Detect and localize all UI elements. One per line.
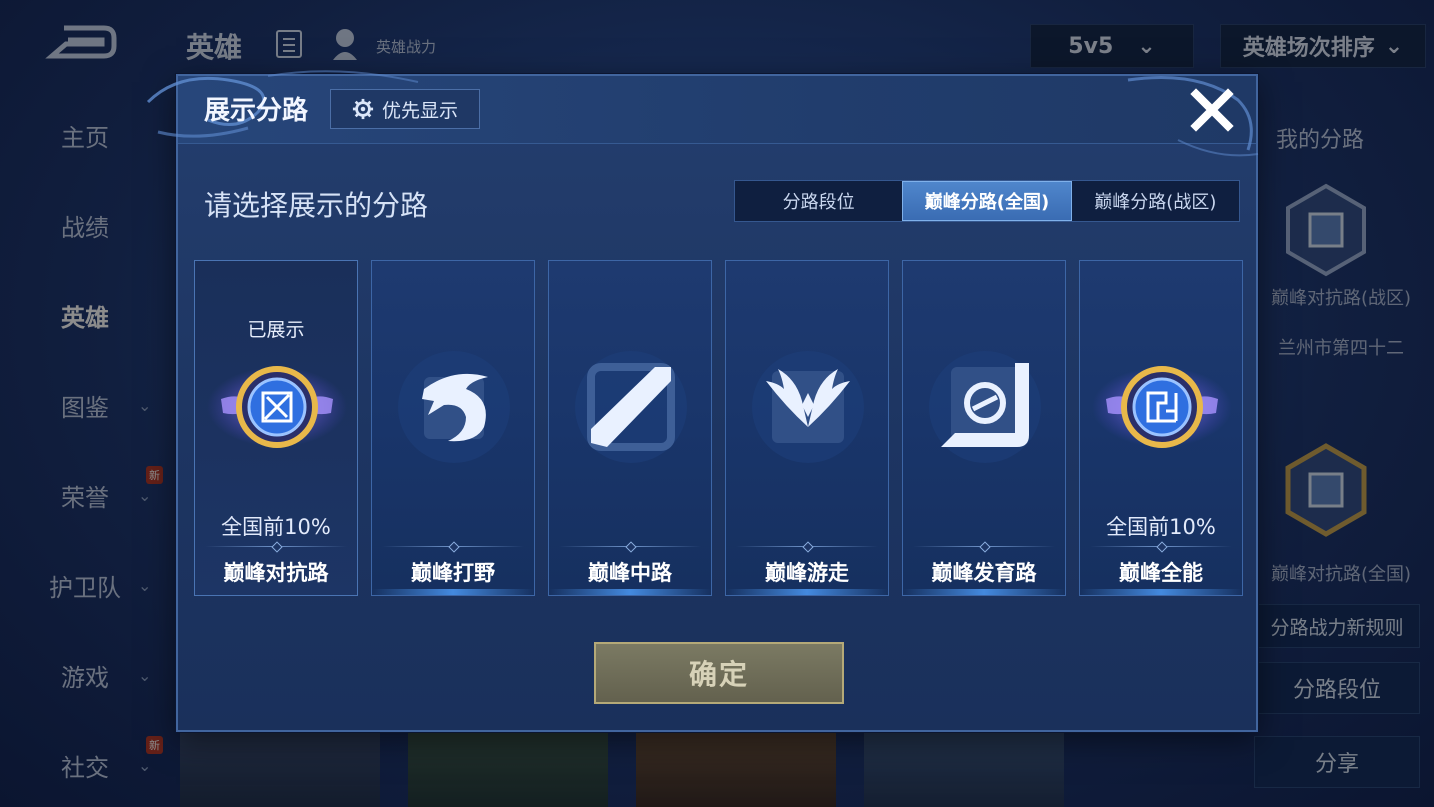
jungle-dragon-icon — [398, 351, 510, 463]
hero-card[interactable] — [636, 730, 836, 807]
sidebar-item-honor[interactable]: 荣誉 新 ⌄ — [0, 466, 170, 520]
lane-name: 巅峰对抗路 — [223, 561, 329, 585]
card-glow — [549, 589, 711, 595]
hero-card[interactable] — [864, 730, 1064, 807]
chevron-down-icon: ⌄ — [138, 575, 152, 595]
lane-type-tabs: 分路段位 巅峰分路(全国) 巅峰分路(战区) — [734, 180, 1240, 222]
select-lane-prompt: 请选择展示的分路 — [204, 189, 429, 222]
sidebar-item-social[interactable]: 社交 新 ⌄ — [0, 736, 170, 790]
priority-display-button[interactable]: 优先显示 — [330, 89, 480, 129]
lane-card-jungle[interactable]: 巅峰打野 — [371, 260, 535, 596]
sidebar-item-label: 社交 — [61, 753, 109, 782]
hero-power-icon — [333, 29, 357, 60]
lane-region: 兰州市第四十二 — [1278, 338, 1404, 359]
mode-select[interactable]: 5v5 ⌄ — [1030, 24, 1194, 68]
divider — [559, 546, 701, 547]
back-arrow-icon[interactable] — [44, 24, 118, 60]
dialog-title: 展示分路 — [204, 96, 309, 126]
new-badge: 新 — [146, 736, 163, 754]
sidebar-item-label: 战绩 — [61, 213, 109, 242]
chevron-down-icon: ⌄ — [138, 755, 152, 775]
divider — [382, 546, 524, 547]
sidebar-item-label: 游戏 — [61, 663, 109, 692]
farm-lane-icon — [929, 351, 1041, 463]
sidebar: 主页 战绩 英雄 图鉴 ⌄ 荣誉新 ⌄ 护卫队 ⌄ 游戏 ⌄ 社交新 ⌄ — [0, 90, 170, 807]
mode-select-value: 5v5 — [1068, 33, 1114, 59]
new-badge: 新 — [146, 466, 163, 484]
lane-card-mid[interactable]: 巅峰中路 — [548, 260, 712, 596]
sidebar-item-games[interactable]: 游戏 ⌄ — [0, 650, 170, 700]
chevron-down-icon: ⌄ — [1137, 33, 1156, 59]
rank-percent: 全国前10% — [1106, 515, 1216, 539]
lane-label: 巅峰对抗路(战区) — [1270, 288, 1412, 309]
divider — [205, 546, 347, 547]
gear-icon — [352, 98, 374, 120]
list-icon[interactable] — [276, 30, 302, 58]
divider — [736, 546, 878, 547]
sidebar-item-guard[interactable]: 护卫队 ⌄ — [0, 560, 170, 610]
tab-peak-lane-national[interactable]: 巅峰分路(全国) — [902, 181, 1072, 221]
rank-button[interactable]: 分路段位 — [1254, 662, 1420, 714]
tab-peak-lane-region[interactable]: 巅峰分路(战区) — [1072, 181, 1239, 221]
chevron-down-icon: ⌄ — [138, 665, 152, 685]
chevron-down-icon: ⌄ — [138, 395, 152, 415]
sort-select-value: 英雄场次排序 — [1242, 36, 1375, 61]
roam-wings-icon — [752, 351, 864, 463]
chevron-down-icon: ⌄ — [1384, 33, 1404, 59]
clash-lane-emblem-icon — [1286, 183, 1366, 277]
share-button[interactable]: 分享 — [1254, 736, 1420, 788]
sidebar-item-label: 主页 — [61, 123, 109, 152]
page-title: 英雄 — [186, 31, 243, 64]
rank-percent: 全国前10% — [221, 515, 331, 539]
rules-button[interactable]: 分路战力新规则 — [1254, 604, 1420, 648]
sidebar-item-label: 图鉴 — [61, 393, 109, 422]
confirm-button[interactable]: 确定 — [594, 642, 844, 704]
hero-card[interactable] — [408, 730, 608, 807]
lane-name: 巅峰中路 — [588, 561, 672, 585]
hero-cards-strip — [180, 730, 1080, 807]
card-glow — [1080, 589, 1242, 595]
card-glow — [372, 589, 534, 595]
sidebar-item-label: 英雄 — [61, 303, 109, 332]
lane-name: 巅峰打野 — [411, 561, 495, 585]
lane-card-allrounder[interactable]: 全国前10% 巅峰全能 — [1079, 260, 1243, 596]
clash-lane-emblem-icon — [1285, 443, 1367, 537]
lane-name: 巅峰游走 — [765, 561, 849, 585]
divider — [913, 546, 1055, 547]
sidebar-item-label: 荣誉 — [61, 483, 109, 512]
lane-card-roam[interactable]: 巅峰游走 — [725, 260, 889, 596]
lane-name: 巅峰全能 — [1119, 561, 1203, 585]
sidebar-item-codex[interactable]: 图鉴 ⌄ — [0, 380, 170, 430]
lane-card-farm[interactable]: 巅峰发育路 — [902, 260, 1066, 596]
card-glow — [726, 589, 888, 595]
sort-select[interactable]: 英雄场次排序 ⌄ — [1220, 24, 1426, 68]
mid-lane-slash-icon — [575, 351, 687, 463]
clash-lane-emblem-icon — [207, 366, 347, 448]
all-rounder-emblem-icon — [1092, 366, 1232, 448]
priority-display-label: 优先显示 — [381, 99, 458, 122]
lane-card-clash[interactable]: 已展示 全国前10% 巅峰对抗路 — [194, 260, 358, 596]
sidebar-item-records[interactable]: 战绩 — [0, 200, 170, 250]
my-lanes-title: 我的分路 — [1276, 128, 1365, 153]
hero-power-label: 英雄战力 — [376, 38, 437, 56]
chevron-down-icon: ⌄ — [138, 485, 152, 505]
lane-label: 巅峰对抗路(全国) — [1270, 564, 1412, 585]
close-icon[interactable] — [1188, 86, 1236, 134]
lane-name: 巅峰发育路 — [931, 561, 1037, 585]
card-glow — [903, 589, 1065, 595]
divider — [1090, 546, 1232, 547]
tab-lane-rank[interactable]: 分路段位 — [735, 181, 902, 221]
sidebar-item-heroes[interactable]: 英雄 — [0, 290, 170, 340]
sidebar-item-label: 护卫队 — [49, 573, 121, 602]
lane-card-list: 已展示 全国前10% 巅峰对抗路 巅峰打野 巅峰中路 巅峰游走 巅峰发育路 全国… — [194, 260, 1244, 596]
lane-display-dialog: 展示分路 优先显示 请选择展示的分路 分路段位 巅峰分路(全国) 巅峰分路(战区… — [146, 70, 1259, 732]
hero-card[interactable] — [180, 730, 380, 807]
